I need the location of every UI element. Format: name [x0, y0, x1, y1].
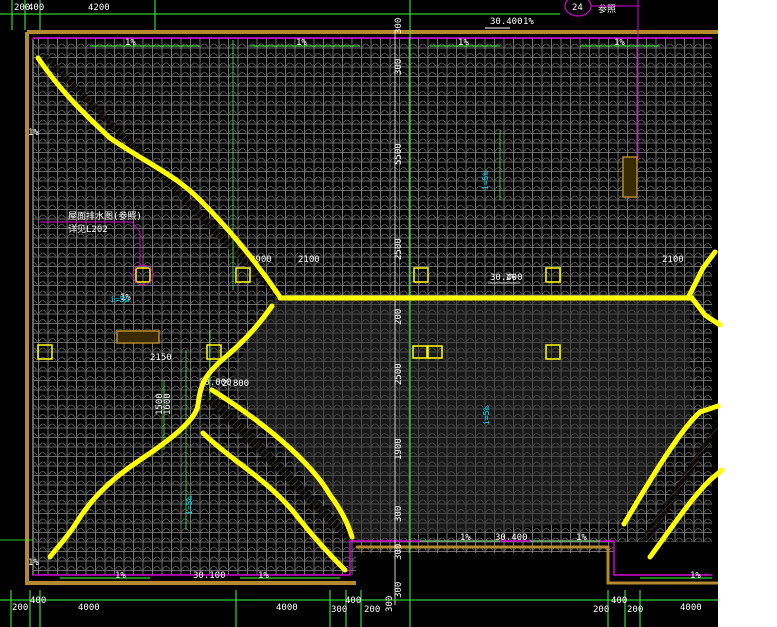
slope-label-6: 1% — [28, 558, 39, 568]
elevation-6: i=5‰ — [482, 406, 491, 425]
drain-note-2: 详见L202 — [68, 223, 108, 235]
bottom-dim-10: 200 — [627, 605, 643, 615]
slope-label-1: 1% — [125, 38, 136, 48]
roof-plan-drawing: 200 400 4200 30.400 1% 24 参照 1% 1% 1% 1%… — [0, 0, 777, 627]
vdim-6: 2500 — [394, 363, 404, 385]
top-dim-2: 400 — [28, 3, 44, 13]
bottom-dim-2: 400 — [30, 596, 46, 606]
vdim-3: 5500 — [394, 143, 404, 165]
bottom-dim-axis: 300 — [385, 596, 395, 612]
bottom-dim-3: 4000 — [78, 603, 100, 613]
bottom-dim-8: 200 — [593, 605, 609, 615]
slope-label-9: 1% — [460, 533, 471, 543]
top-dim-3: 4200 — [88, 3, 110, 13]
elevation-3: 30.400 — [495, 533, 528, 543]
vdim-8: 300 — [394, 506, 404, 522]
elevation-7: i=5‰ — [185, 496, 194, 515]
bottom-dimension-strip: 200 400 4000 4000 300 400 200 200 400 20… — [10, 590, 702, 627]
dim-label-2100a: 2100 — [298, 255, 320, 265]
cad-drawing-viewport[interactable]: 200 400 4200 30.400 1% 24 参照 1% 1% 1% 1%… — [0, 0, 777, 627]
slope-label-3: 1% — [458, 38, 469, 48]
slope-label-2: 1% — [296, 38, 307, 48]
bottom-dim-1: 200 — [12, 603, 28, 613]
bottom-dim-5: 300 — [331, 605, 347, 615]
dim-label-2800: 2.800 — [222, 379, 249, 389]
dim-label-2150: 2150 — [150, 353, 172, 363]
bottom-dim-6: 400 — [345, 596, 361, 606]
vdim-1: 300 — [394, 18, 404, 34]
bottom-dim-9: 400 — [611, 596, 627, 606]
roof-tile-area — [33, 38, 712, 575]
slope-label-5: 1% — [28, 128, 39, 138]
vdim-2: 300 — [394, 59, 404, 75]
callout-number: 24 — [572, 3, 583, 13]
slope-label-4: 1% — [614, 38, 625, 48]
slope-label-8: 1% — [258, 571, 269, 581]
slope-label-10: 1% — [576, 533, 587, 543]
elevation-5: i=5‰ — [481, 171, 490, 190]
vdim-7: 1900 — [394, 438, 404, 460]
elevation-2: 30.100 — [193, 571, 226, 581]
slope-label-mid: 1% — [505, 273, 516, 283]
top-elevation: 30.400 — [490, 17, 523, 27]
top-slope: 1% — [523, 17, 534, 27]
dim-label-1600: 1600 — [163, 393, 173, 415]
vdim-9: 300 — [394, 544, 404, 560]
bottom-dim-11: 4000 — [680, 603, 702, 613]
vdim-4: 2500 — [394, 238, 404, 260]
dim-label-2100b: 2100 — [662, 255, 684, 265]
slope-label-7: 1% — [115, 571, 126, 581]
vdim-5: 200 — [394, 309, 404, 325]
drain-note-1: 屋面排水图(参照) — [68, 210, 142, 222]
bottom-dim-4: 4000 — [276, 603, 298, 613]
bottom-dim-7: 200 — [364, 605, 380, 615]
vdim-10: 300 — [394, 582, 404, 598]
slope-label-left: i=5‰ — [110, 295, 129, 304]
callout-text: 参照 — [598, 3, 616, 15]
slope-label-11: 1% — [690, 571, 701, 581]
